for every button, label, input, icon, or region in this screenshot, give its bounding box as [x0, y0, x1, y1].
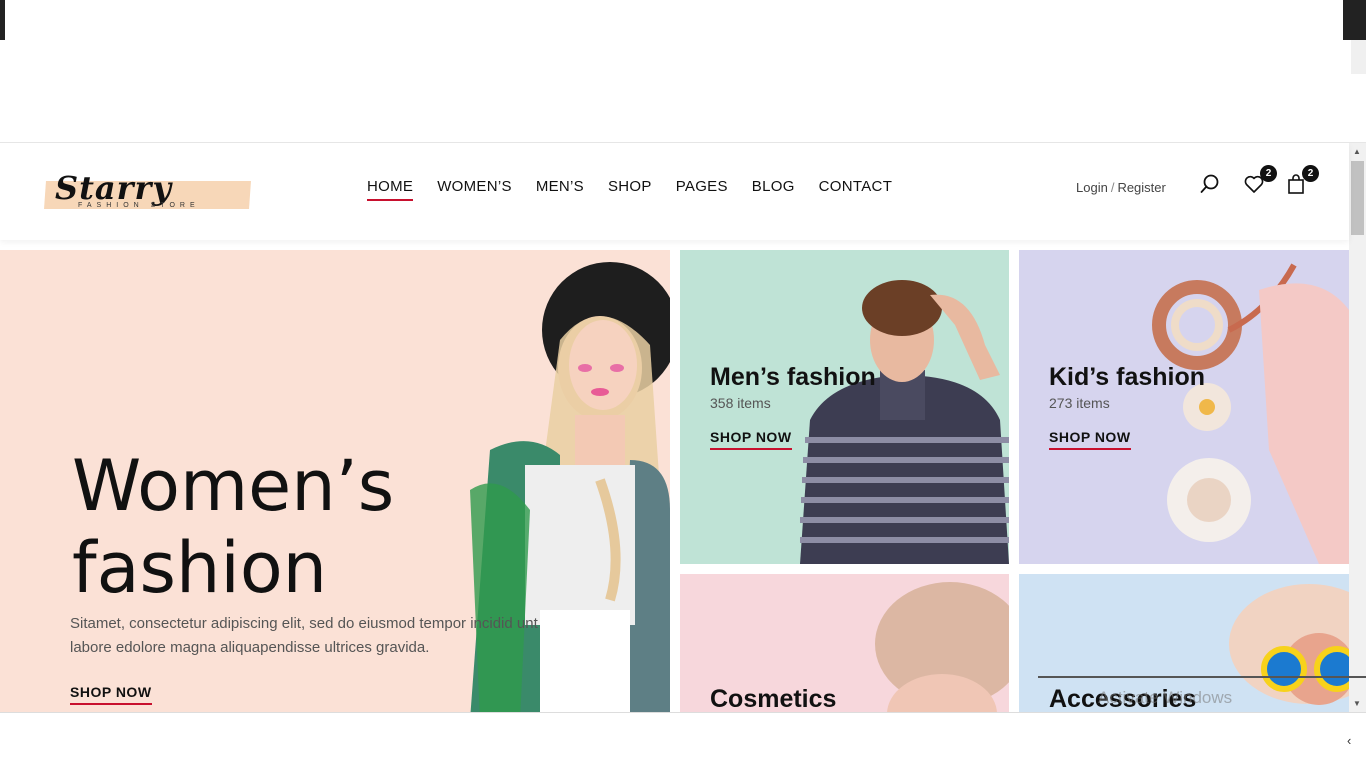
- wishlist-button[interactable]: 2: [1243, 165, 1277, 199]
- bottom-bar: ‹: [0, 712, 1366, 768]
- nav-home[interactable]: HOME: [367, 178, 414, 201]
- mens-shop-now-link[interactable]: SHOP NOW: [710, 429, 792, 450]
- top-blank-area: [5, 0, 1343, 74]
- category-card-cosmetics[interactable]: Cosmetics: [680, 574, 1009, 712]
- wishlist-count-badge: 2: [1260, 165, 1277, 182]
- search-button[interactable]: [1199, 173, 1225, 199]
- activate-windows-overlay: Activate Windows: [1038, 676, 1366, 712]
- login-link[interactable]: Login: [1076, 180, 1108, 195]
- nav-blog[interactable]: BLOG: [752, 178, 795, 201]
- nav-mens[interactable]: MEN’S: [536, 178, 584, 201]
- mens-count: 358 items: [710, 395, 771, 411]
- overlay-divider: [1038, 676, 1366, 678]
- cart-button[interactable]: 2: [1285, 165, 1319, 199]
- nav-shop[interactable]: SHOP: [608, 178, 652, 201]
- browser-chrome-right-lower: [1351, 40, 1366, 74]
- hero-women-banner: Women’s fashion Sitamet, consectetur adi…: [0, 250, 670, 712]
- nav-pages[interactable]: PAGES: [676, 178, 728, 201]
- site-header: Starry FASHION STORE HOME WOMEN’S MEN’S …: [0, 143, 1349, 240]
- browser-chrome-right: [1343, 0, 1366, 40]
- logo-subtitle: FASHION STORE: [78, 202, 200, 209]
- scroll-thumb[interactable]: [1351, 161, 1364, 235]
- scroll-up-arrow-icon[interactable]: ▲: [1353, 147, 1361, 156]
- nav-womens[interactable]: WOMEN’S: [437, 178, 512, 201]
- page-viewport: Starry FASHION STORE HOME WOMEN’S MEN’S …: [0, 142, 1366, 712]
- register-link[interactable]: Register: [1117, 180, 1165, 195]
- cosmetics-title: Cosmetics: [710, 685, 837, 712]
- mens-title: Men’s fashion: [710, 363, 876, 391]
- hero-description: Sitamet, consectetur adipiscing elit, se…: [70, 615, 538, 656]
- login-register: Login / Register: [1076, 180, 1166, 195]
- chevron-left-icon[interactable]: ‹: [1347, 733, 1351, 748]
- activate-windows-text: Activate Windows: [1098, 688, 1233, 707]
- hero-shop-now-link[interactable]: SHOP NOW: [70, 684, 152, 705]
- hero-title-line1: Women’s: [72, 445, 395, 527]
- kids-title: Kid’s fashion: [1049, 363, 1206, 391]
- category-card-kids[interactable]: Kid’s fashion 273 items SHOP NOW: [1019, 250, 1349, 564]
- login-separator: /: [1110, 180, 1115, 195]
- kids-shop-now-link[interactable]: SHOP NOW: [1049, 429, 1131, 450]
- search-icon: [1200, 174, 1219, 193]
- hero-title-line2: fashion: [72, 527, 328, 609]
- hero-title: Women’s fashion: [72, 445, 432, 609]
- page-scrollbar[interactable]: ▲ ▼: [1349, 143, 1366, 712]
- kids-count: 273 items: [1049, 395, 1110, 411]
- cart-count-badge: 2: [1302, 165, 1319, 182]
- main-nav: HOME WOMEN’S MEN’S SHOP PAGES BLOG CONTA…: [367, 178, 916, 201]
- nav-contact[interactable]: CONTACT: [819, 178, 892, 201]
- category-card-mens[interactable]: Men’s fashion 358 items SHOP NOW: [680, 250, 1009, 564]
